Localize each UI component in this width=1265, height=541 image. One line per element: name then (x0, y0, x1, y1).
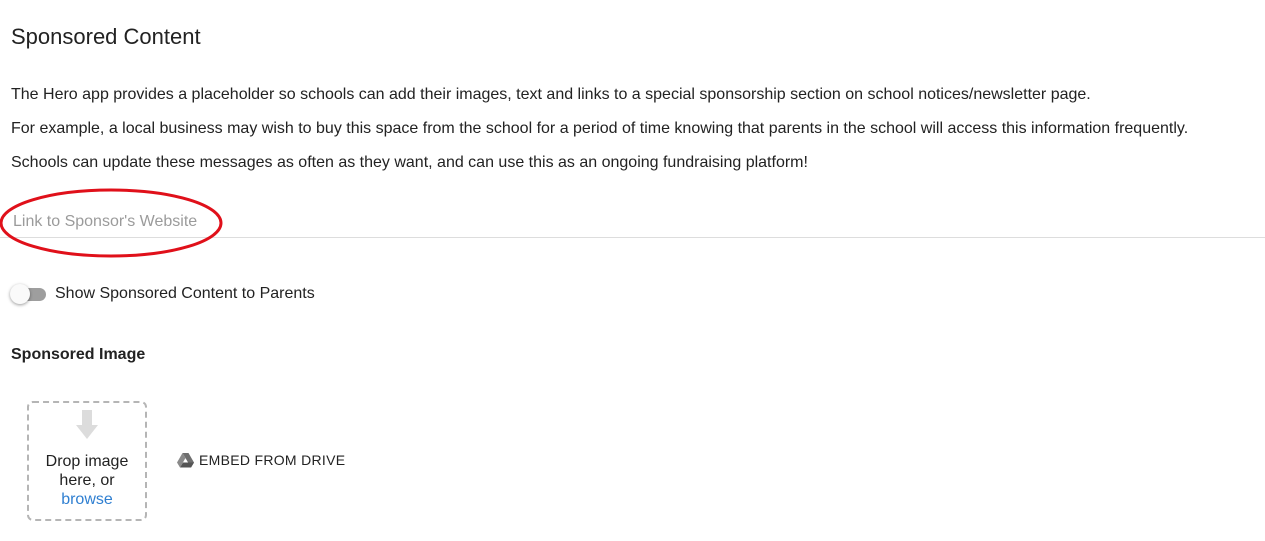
description-paragraph-1: The Hero app provides a placeholder so s… (11, 86, 1091, 103)
show-sponsored-toggle[interactable] (10, 284, 46, 304)
toggle-thumb (10, 284, 30, 304)
dropzone-text: Drop image here, or browse (29, 452, 145, 509)
show-sponsored-toggle-row: Show Sponsored Content to Parents (10, 284, 315, 304)
embed-from-drive-button[interactable]: EMBED FROM DRIVE (177, 452, 345, 468)
description-paragraph-2: For example, a local business may wish t… (11, 120, 1189, 137)
embed-from-drive-label: EMBED FROM DRIVE (199, 452, 346, 468)
sponsor-website-input[interactable] (13, 213, 1243, 231)
description-paragraph-3: Schools can update these messages as oft… (11, 154, 808, 171)
toggle-label: Show Sponsored Content to Parents (55, 285, 315, 302)
arrow-down-icon (76, 410, 98, 439)
sponsored-content-page: Sponsored Content The Hero app provides … (0, 0, 1265, 541)
image-dropzone[interactable]: Drop image here, or browse (27, 401, 147, 521)
sponsored-image-heading: Sponsored Image (11, 346, 146, 363)
dropzone-text-line-2: here, or (59, 472, 115, 489)
sponsor-link-field (0, 205, 1265, 238)
page-title: Sponsored Content (11, 24, 201, 49)
browse-link[interactable]: browse (29, 490, 145, 509)
dropzone-text-line-1: Drop image (45, 453, 129, 470)
google-drive-icon (177, 452, 194, 467)
